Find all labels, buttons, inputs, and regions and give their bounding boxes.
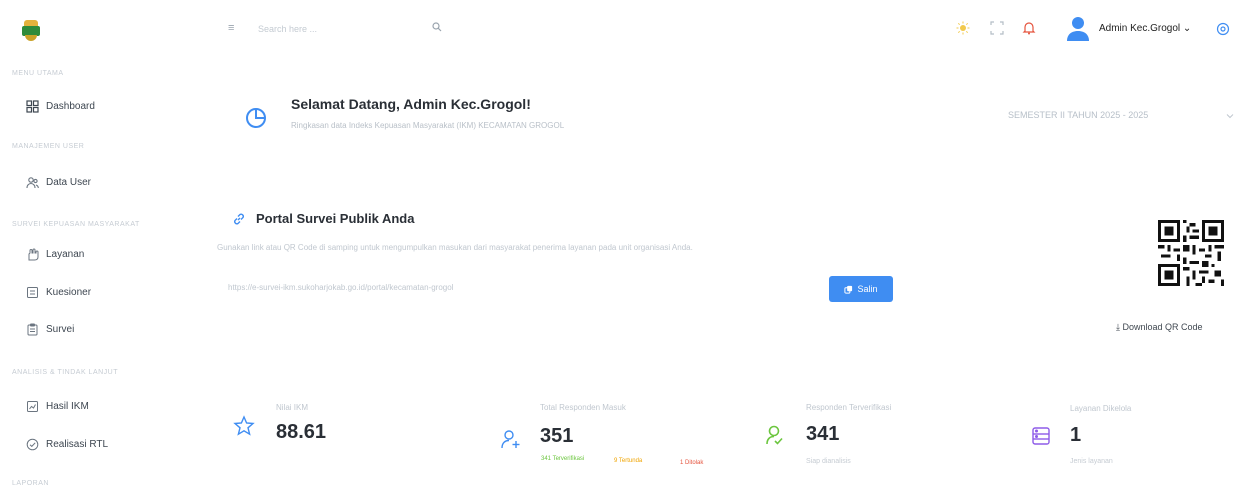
stat-label: Responden Terverifikasi <box>806 403 892 412</box>
sidebar-item-label: Hasil IKM <box>46 400 89 412</box>
sidebar-item-label: Data User <box>46 176 92 188</box>
notification-bell-icon[interactable] <box>1022 21 1036 35</box>
sidebar-item-label: Kuesioner <box>46 286 92 298</box>
stat-value-verified: 341 <box>806 423 840 445</box>
sidebar-item-realisasi-rtl[interactable]: Realisasi RTL <box>26 434 108 454</box>
stat-foot: Siap dianalisis <box>806 458 851 465</box>
sidebar-section-report: LAPORAN <box>12 480 49 487</box>
questionnaire-icon <box>27 286 38 298</box>
sidebar-item-label: Dashboard <box>46 100 95 112</box>
badge-rejected: 1 Ditolak <box>680 460 704 466</box>
sidebar-item-kuesioner[interactable]: Kuesioner <box>26 282 91 302</box>
dashboard-icon <box>26 99 39 113</box>
sidebar-section-main: MENU UTAMA <box>12 70 64 77</box>
download-qr-button[interactable]: ⤓ Download QR Code <box>1116 322 1203 333</box>
sidebar-section-survey: SURVEI KEPUASAN MASYARAKAT <box>12 221 140 228</box>
stat-label: Nilai IKM <box>276 403 309 412</box>
pie-chart-icon <box>246 108 266 128</box>
check-circle-icon <box>26 438 39 450</box>
stat-value-responden: 351 <box>540 425 574 447</box>
user-plus-icon <box>501 430 520 449</box>
report-icon <box>27 400 38 412</box>
sidebar-item-label: Realisasi RTL <box>46 438 109 450</box>
fullscreen-icon[interactable] <box>990 21 1004 35</box>
users-icon <box>26 176 39 188</box>
avatar[interactable] <box>1066 16 1090 42</box>
sidebar-item-dashboard[interactable]: Dashboard <box>26 96 95 116</box>
sidebar-item-survei[interactable]: Survei <box>26 319 74 339</box>
menu-toggle-icon[interactable]: ≡ <box>228 23 238 34</box>
clipboard-icon <box>27 323 38 335</box>
stat-label: Total Responden Masuk <box>540 403 626 412</box>
copy-link-label: Salin <box>857 284 878 294</box>
sidebar-item-layanan[interactable]: Layanan <box>26 244 84 264</box>
regency-logo[interactable] <box>22 20 40 42</box>
page-subtitle: Ringkasan data Indeks Kepuasan Masyaraka… <box>291 121 565 130</box>
stat-value-layanan: 1 <box>1070 424 1082 446</box>
semester-select[interactable]: SEMESTER II TAHUN 2025 - 2025 <box>1008 110 1148 120</box>
theme-sun-icon[interactable] <box>956 21 970 35</box>
sidebar: MENU UTAMA Dashboard MANAJEMEN USER Data… <box>0 62 200 492</box>
qr-code-image <box>1158 220 1224 286</box>
sidebar-section-user: MANAJEMEN USER <box>12 143 85 150</box>
portal-description: Gunakan link atau QR Code di samping unt… <box>217 243 693 252</box>
portal-title: Portal Survei Publik Anda <box>256 211 415 226</box>
sidebar-item-label: Layanan <box>46 248 85 260</box>
badge-pending: 9 Tertunda <box>614 458 643 464</box>
stat-label: Layanan Dikelola <box>1070 404 1132 413</box>
search-icon[interactable] <box>432 22 442 32</box>
sidebar-item-data-user[interactable]: Data User <box>26 172 91 192</box>
badge-verified: 341 Terverifikasi <box>541 456 585 462</box>
copy-icon <box>844 285 853 294</box>
page-title: Selamat Datang, Admin Kec.Grogol! <box>291 96 531 112</box>
link-icon <box>234 213 244 225</box>
sidebar-item-label: Survei <box>46 323 75 335</box>
copy-link-button[interactable]: Salin <box>829 276 893 302</box>
hand-icon <box>28 248 39 260</box>
portal-url[interactable]: https://e-survei-ikm.sukoharjokab.go.id/… <box>228 283 453 292</box>
sidebar-section-analysis: ANALISIS & TINDAK LANJUT <box>12 369 119 376</box>
download-qr-label: Download QR Code <box>1122 322 1203 332</box>
user-check-icon <box>766 425 783 445</box>
database-icon <box>1032 427 1050 445</box>
stat-value-ikm: 88.61 <box>276 421 327 443</box>
stat-foot: Jenis layanan <box>1070 458 1113 465</box>
search-input[interactable] <box>258 19 428 39</box>
settings-gear-icon[interactable] <box>1216 22 1230 36</box>
top-bar: ≡ Admin Kec.Grogol ⌄ <box>0 0 1240 62</box>
user-menu[interactable]: Admin Kec.Grogol ⌄ <box>1099 23 1191 34</box>
chevron-down-icon[interactable] <box>1226 112 1234 120</box>
sidebar-item-hasil-ikm[interactable]: Hasil IKM <box>26 396 89 416</box>
star-icon <box>233 415 255 436</box>
